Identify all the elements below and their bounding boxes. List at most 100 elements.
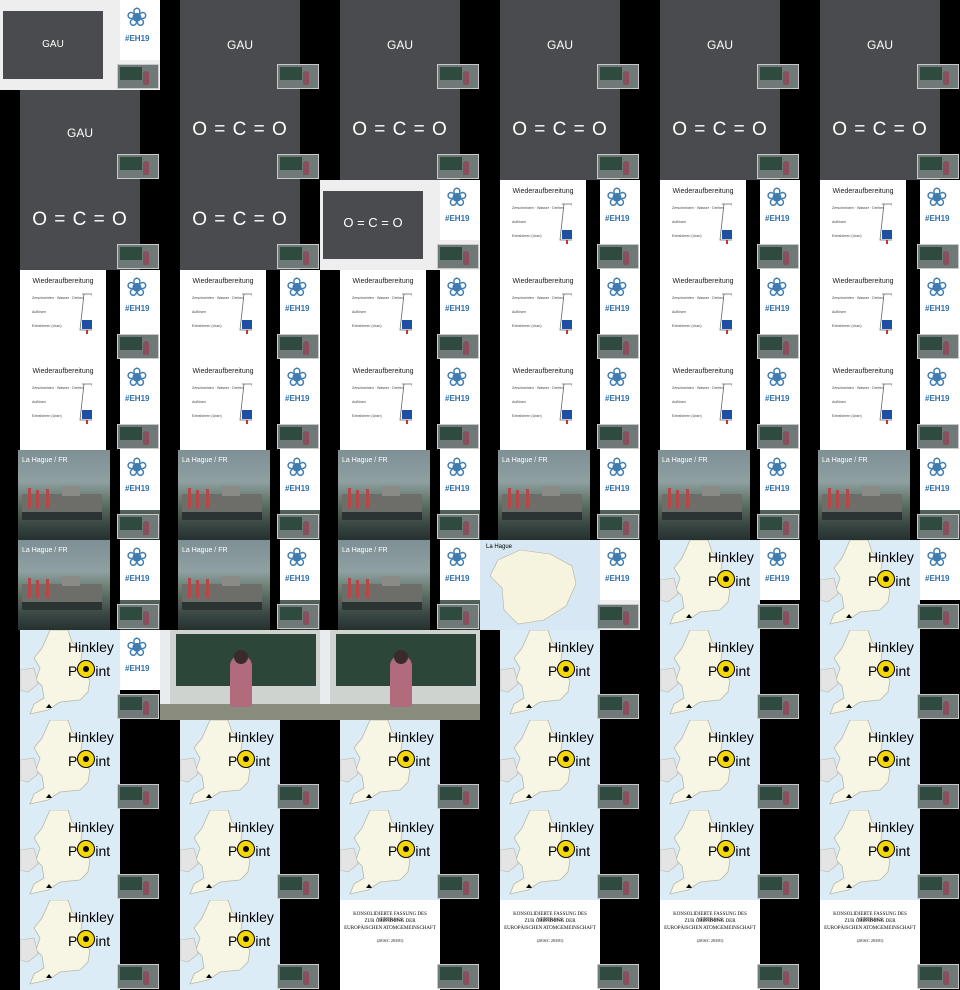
la-hague-title: La Hague / FR (22, 547, 68, 554)
contact-tile: O = C = O (640, 90, 800, 180)
point-p: P (708, 573, 718, 589)
process-step: Auflösen (832, 220, 846, 224)
point-title: Pint (228, 840, 270, 859)
contact-tile: GAU (320, 0, 480, 90)
contact-tile: Hinkley Pint (800, 810, 960, 900)
chalkboard (920, 247, 942, 260)
chalkboard (440, 247, 462, 260)
chalkboard (120, 427, 142, 440)
speaker (463, 611, 469, 625)
contact-tile: O = C = O (160, 180, 320, 270)
speaker (943, 161, 949, 175)
process-step: Auflösen (192, 400, 206, 404)
webcam-thumbnail (277, 964, 319, 989)
letterbox-left (640, 270, 660, 360)
chalkboard (600, 157, 622, 170)
point-int: int (575, 663, 591, 679)
chalkboard (600, 67, 622, 80)
contact-tile: La Hague / FR ❀ #EH19 (160, 540, 320, 630)
hinkley-title: Hinkley (708, 819, 754, 835)
eh19-hashtag: #EH19 (925, 304, 950, 313)
slide-frame: O = C = O ❀ #EH19 (320, 180, 480, 270)
point-p: P (228, 753, 238, 769)
rabbit-logo-icon: ❀ (126, 2, 148, 32)
radiation-icon (557, 840, 576, 858)
hinkley-title: Hinkley (548, 639, 594, 655)
letterbox-left (320, 450, 338, 540)
speaker (463, 431, 469, 445)
speaker (943, 791, 949, 805)
oco-formula: O = C = O (832, 119, 928, 140)
letterbox-left (480, 900, 500, 990)
contact-tile (320, 630, 480, 720)
point-p: P (388, 753, 398, 769)
letterbox-left (800, 540, 820, 630)
slide-frame: La Hague / FR ❀ #EH19 (160, 540, 320, 630)
slide-frame: Hinkley Pint (0, 900, 160, 990)
speaker (463, 971, 469, 985)
speaker (623, 611, 629, 625)
contact-tile: O = C = O (480, 90, 640, 180)
point-title: Pint (708, 570, 750, 589)
point-p: P (708, 753, 718, 769)
process-step: Extrahieren (Uran) (32, 414, 62, 418)
speaker (783, 701, 789, 715)
slide-frame: Wiederaufbereitung Zerschneiden · Wasser … (800, 360, 960, 450)
slide-frame: Wiederaufbereitung Zerschneiden · Wasser … (480, 180, 640, 270)
slide-frame: KONSOLIDIERTE FASSUNG DES VERTRAGS ZUR GR… (320, 900, 480, 990)
speaker (783, 71, 789, 85)
wiederaufbereitung-title: Wiederaufbereitung (32, 278, 94, 285)
rabbit-logo-icon: ❀ (446, 542, 468, 572)
eh19-hashtag: #EH19 (445, 304, 470, 313)
point-int: int (95, 843, 111, 859)
wiederaufbereitung-title: Wiederaufbereitung (832, 368, 894, 375)
contact-tile: Hinkley Pint (0, 810, 160, 900)
slide-frame: Hinkley Pint (640, 810, 800, 900)
chalkboard (440, 337, 462, 350)
contact-tile: La Hague / FR ❀ #EH19 (160, 450, 320, 540)
chalkboard (440, 967, 462, 980)
point-p: P (868, 843, 878, 859)
contact-tile: Wiederaufbereitung Zerschneiden · Wasser … (640, 360, 800, 450)
slide-frame: GAU (640, 0, 800, 90)
speaker (303, 971, 309, 985)
eh19-logo: ❀ #EH19 (440, 540, 480, 600)
contact-tile: Wiederaufbereitung Zerschneiden · Wasser … (480, 180, 640, 270)
eh19-logo: ❀ #EH19 (760, 270, 800, 330)
chalkboard (920, 517, 942, 530)
chalkboard (600, 247, 622, 260)
process-step: Extrahieren (Uran) (192, 414, 222, 418)
chalkboard (920, 967, 942, 980)
speaker (143, 611, 149, 625)
eh19-logo: ❀ #EH19 (600, 450, 640, 510)
radiation-icon (77, 750, 96, 768)
eh19-hashtag: #EH19 (125, 304, 150, 313)
webcam-thumbnail (437, 334, 479, 359)
eh19-hashtag: #EH19 (605, 394, 630, 403)
radiation-icon (557, 660, 576, 678)
wiederaufbereitung-title: Wiederaufbereitung (512, 278, 574, 285)
eh19-logo: ❀ #EH19 (760, 540, 800, 600)
webcam-thumbnail (117, 694, 159, 719)
point-int: int (895, 843, 911, 859)
slide-frame: GAU (320, 0, 480, 90)
point-title: Pint (548, 660, 590, 679)
slide-frame: La Hague / FR ❀ #EH19 (320, 450, 480, 540)
chalkboard (440, 787, 462, 800)
process-step: Auflösen (672, 220, 686, 224)
point-title: Pint (388, 750, 430, 769)
process-step: Extrahieren (Uran) (672, 234, 702, 238)
slide-frame: Wiederaufbereitung Zerschneiden · Wasser … (160, 270, 320, 360)
rabbit-logo-icon: ❀ (446, 362, 468, 392)
oco-formula: O = C = O (672, 119, 768, 140)
letterbox-left (160, 900, 180, 990)
rabbit-logo-icon: ❀ (926, 452, 948, 482)
flask-diagram (399, 293, 412, 334)
point-int: int (575, 753, 591, 769)
gau-text: GAU (66, 126, 93, 140)
letterbox-left (800, 630, 820, 720)
contact-tile: GAU (480, 0, 640, 90)
slide-frame: Wiederaufbereitung Zerschneiden · Wasser … (800, 270, 960, 360)
contact-tile: Hinkley Pint (480, 720, 640, 810)
speaker (943, 701, 949, 715)
